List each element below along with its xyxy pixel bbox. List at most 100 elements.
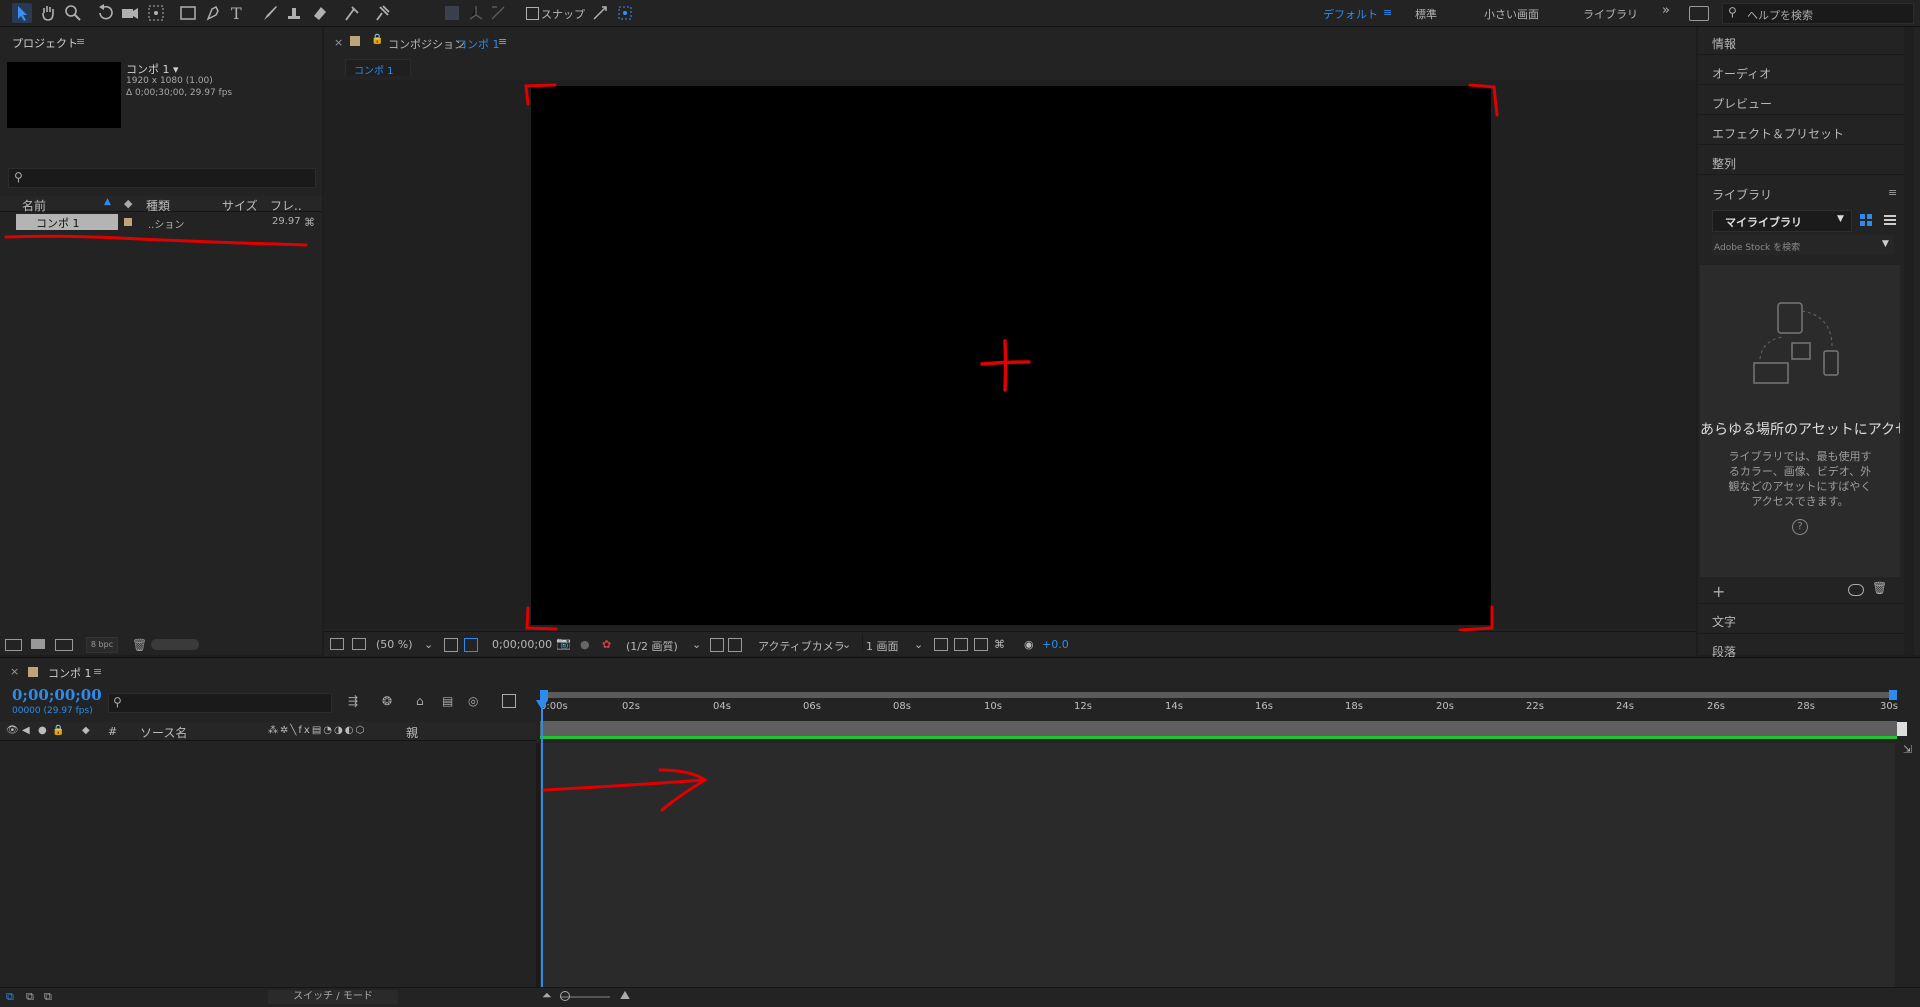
rotate-tool-icon[interactable] [96, 3, 116, 23]
help-icon[interactable]: ? [1792, 519, 1808, 535]
motion-blur-icon[interactable]: ◎ [468, 694, 478, 708]
viewer-subtab[interactable]: コンポ 1 [345, 59, 411, 77]
new-folder-icon[interactable] [31, 639, 45, 649]
comp-name-label[interactable]: コンポ 1 ▾ [126, 61, 179, 77]
rectangle-tool-icon[interactable] [178, 3, 198, 23]
workspace-small-screen[interactable]: 小さい画面 [1484, 6, 1539, 22]
trash-icon[interactable]: 🗑 [132, 638, 147, 652]
in-out-toggle-icon[interactable]: ⧉ [44, 990, 52, 1004]
zoom-out-icon[interactable]: ⏶ [542, 988, 552, 1003]
views-dropdown[interactable]: 1 画面 [866, 638, 899, 654]
zoom-tool-icon[interactable] [63, 3, 83, 23]
viewer-tab-comp[interactable]: コンポ 1 [456, 36, 500, 52]
roto-brush-tool-icon[interactable] [342, 3, 362, 23]
type-tool-icon[interactable]: T [228, 3, 248, 23]
zoom-dropdown[interactable]: (50 %) [376, 638, 413, 651]
chevron-down-icon[interactable]: ⌄ [842, 638, 851, 651]
selection-tool-icon[interactable] [12, 3, 32, 23]
bit-depth-button[interactable]: 8 bpc [86, 637, 118, 653]
flowchart-icon[interactable]: ⌘ [994, 638, 1005, 651]
parent-header[interactable]: 親 [406, 724, 418, 741]
trash-icon[interactable]: 🗑 [1872, 581, 1887, 595]
panel-character[interactable]: 文字 [1712, 613, 1736, 630]
chevron-down-icon[interactable]: ⌄ [692, 638, 701, 651]
audio-toggle-icon[interactable]: ◀ [22, 725, 30, 736]
chevron-down-icon[interactable]: ⌄ [424, 638, 433, 651]
layer-list-area[interactable] [0, 743, 536, 987]
viewer-timecode[interactable]: 0;00;00;00 [492, 638, 552, 651]
fast-preview-icon[interactable] [954, 638, 968, 651]
thumbnail-size-slider[interactable] [151, 639, 199, 650]
snapshot-camera-icon[interactable]: 📷 [556, 636, 571, 650]
lock-icon[interactable]: 🔒 [371, 34, 383, 45]
list-view-icon[interactable] [1884, 214, 1896, 226]
timeline-menu-icon[interactable]: ≡ [93, 665, 102, 678]
label-tag-icon[interactable]: ◆ [124, 197, 132, 210]
pen-tool-icon[interactable] [204, 3, 224, 23]
source-name-header[interactable]: ソース名 [140, 724, 187, 741]
work-area-bar[interactable] [540, 721, 1897, 737]
column-frame-rate[interactable]: フレ.. [270, 197, 302, 214]
brush-tool-icon[interactable] [260, 3, 280, 23]
channel-rgb-icon[interactable]: ✿ [602, 638, 611, 651]
help-search-box[interactable]: ⚲ ヘルプを検索 [1722, 3, 1914, 24]
region-of-interest-icon[interactable] [710, 638, 724, 652]
comp-button-icon[interactable]: ⇲ [1903, 743, 1912, 756]
project-item-row[interactable]: コンポ 1 ..ション 29.97 ⌘ [0, 214, 322, 231]
workspace-standard[interactable]: 標準 [1415, 6, 1437, 22]
safe-area-icon[interactable] [444, 638, 458, 652]
flowchart-icon[interactable]: ⌘ [304, 216, 315, 229]
time-navigator-start-handle[interactable] [540, 690, 548, 700]
viewer-tab-prefix[interactable]: コンポジション [388, 36, 465, 52]
column-name[interactable]: 名前 [22, 197, 46, 214]
stock-search-input[interactable]: Adobe Stock を検索 ▼ [1712, 235, 1894, 255]
label-tag-icon[interactable]: ◆ [82, 725, 90, 736]
exposure-value[interactable]: +0.0 [1042, 638, 1069, 651]
snap-edge-icon[interactable] [590, 3, 610, 23]
solo-icon[interactable]: ● [38, 725, 47, 736]
timeline-ruler[interactable] [540, 690, 1900, 722]
hand-tool-icon[interactable] [38, 3, 58, 23]
current-time-indicator[interactable] [541, 702, 543, 987]
chevron-down-icon[interactable]: ▼ [1882, 239, 1889, 249]
reset-exposure-icon[interactable]: ◉ [1024, 638, 1034, 651]
snap-feather-icon[interactable] [615, 3, 635, 23]
transparency-grid-icon[interactable] [728, 638, 742, 652]
workspace-library[interactable]: ライブラリ [1583, 6, 1638, 22]
column-type[interactable]: 種類 [146, 197, 170, 214]
view-axis-icon[interactable] [488, 3, 508, 23]
lock-icon[interactable]: 🔒 [52, 725, 64, 736]
workspace-menu-icon[interactable]: ≡ [1383, 6, 1392, 19]
switch-mode-toggle[interactable]: スイッチ / モード [268, 990, 398, 1004]
creative-cloud-icon[interactable] [1848, 584, 1864, 596]
always-preview-icon[interactable] [330, 638, 344, 650]
timeline-icon[interactable] [974, 638, 988, 651]
library-dropdown[interactable]: マイライブラリ ▼ [1712, 210, 1852, 232]
timeline-timecode[interactable]: 0;00;00;00 [12, 686, 102, 704]
clone-stamp-tool-icon[interactable] [284, 3, 304, 23]
timeline-search-input[interactable]: ⚲ [108, 693, 332, 713]
close-icon[interactable]: × [10, 665, 19, 678]
draft-3d-icon[interactable]: ❂ [382, 694, 392, 708]
toggle-pixel-aspect-icon[interactable] [934, 638, 948, 651]
add-asset-icon[interactable]: + [1712, 582, 1725, 601]
panel-preview[interactable]: プレビュー [1712, 95, 1772, 112]
panel-effects-presets[interactable]: エフェクト＆プリセット [1712, 125, 1844, 142]
layer-switches-toggle-icon[interactable]: ⧉ [6, 990, 14, 1004]
comp-marker-bin-icon[interactable] [1897, 722, 1907, 736]
zoom-slider-handle[interactable] [560, 991, 570, 1001]
world-axis-icon[interactable] [466, 3, 486, 23]
project-search-input[interactable]: ⚲ [8, 168, 316, 188]
time-navigator-end-handle[interactable] [1889, 690, 1897, 700]
pan-behind-tool-icon[interactable] [146, 3, 166, 23]
column-size[interactable]: サイズ [222, 197, 258, 214]
snap-checkbox[interactable] [526, 7, 539, 20]
local-axis-icon[interactable] [442, 3, 462, 23]
camera-dropdown[interactable]: アクティブカメラ [758, 638, 845, 654]
library-menu-icon[interactable]: ≡ [1888, 186, 1897, 199]
time-navigator-bar[interactable] [540, 692, 1897, 698]
panel-info[interactable]: 情報 [1712, 35, 1736, 52]
show-snapshot-icon[interactable]: ● [580, 638, 590, 651]
grid-view-icon[interactable] [1860, 214, 1872, 226]
new-composition-icon[interactable] [55, 639, 73, 651]
